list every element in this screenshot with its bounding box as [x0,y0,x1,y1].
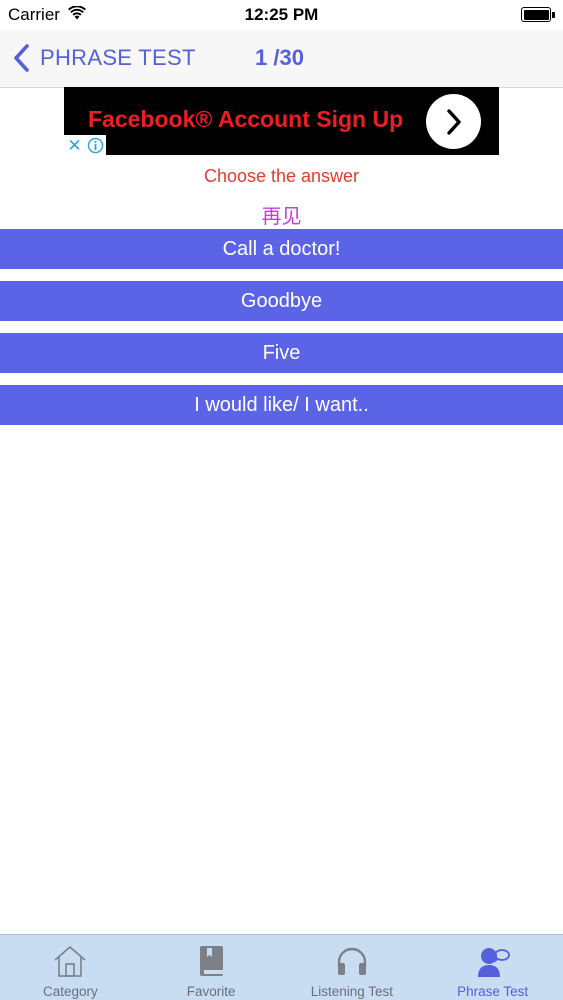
tab-label: Category [42,984,98,999]
tab-phrase-test[interactable]: Phrase Test [422,935,563,1000]
ad-banner[interactable]: Facebook® Account Sign Up ✕ [64,87,499,155]
ad-close-icon[interactable]: ✕ [64,135,85,155]
status-time: 12:25 PM [244,5,319,24]
status-bar: Carrier 12:25 PM [0,0,563,30]
navigation-bar: PHRASE TEST 1 /30 [0,30,563,88]
back-button[interactable]: PHRASE TEST [12,40,196,76]
tab-favorite[interactable]: Favorite [141,935,282,1000]
instruction-text: Choose the answer [203,166,360,186]
battery-icon [521,7,555,22]
answer-option[interactable]: I would like/ I want.. [0,385,563,425]
question-phrase: 再见 [261,204,302,228]
question-counter: 1 /30 [255,45,304,70]
headphones-icon [337,947,367,975]
answer-option[interactable]: Call a doctor! [0,229,563,269]
tab-label: Listening Test [310,984,394,999]
answer-option[interactable]: Goodbye [0,281,563,321]
back-button-label: PHRASE TEST [40,45,196,70]
person-speech-icon [477,948,510,977]
house-icon [54,946,86,977]
ad-choices-badge: ✕ [64,135,106,155]
tab-listening-test[interactable]: Listening Test [282,935,423,1000]
ad-text: Facebook® Account Sign Up [88,106,404,132]
tab-label: Phrase Test [457,984,529,999]
tab-bar: Category Favorite Listening Test Phrase … [0,934,563,1000]
chevron-right-icon [447,109,461,135]
book-icon [200,946,224,976]
ad-info-icon[interactable] [85,135,106,155]
tab-category[interactable]: Category [0,935,141,1000]
answer-option[interactable]: Five [0,333,563,373]
ad-open-button[interactable] [426,94,481,149]
chevron-left-icon [14,44,29,72]
tab-label: Favorite [186,984,236,999]
